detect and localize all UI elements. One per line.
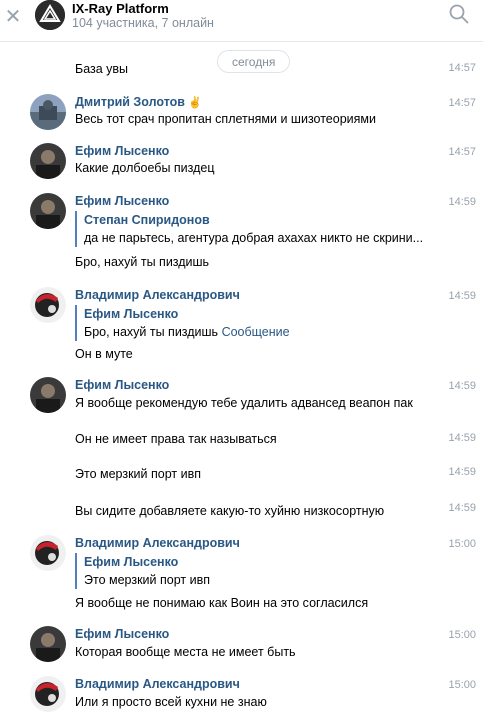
ix-ray-logo-icon — [35, 0, 65, 30]
message-text: Вы сидите добавляете какую-то хуйню низк… — [75, 504, 385, 518]
message-time: 15:00 — [448, 679, 476, 691]
search-icon[interactable] — [449, 4, 471, 26]
chat-title[interactable]: IX-Ray Platform — [72, 1, 169, 16]
reply-quote[interactable]: Ефим Лысенко Бро, нахуй ты пиздишь Сообщ… — [75, 305, 290, 341]
message-author[interactable]: Ефим Лысенко — [75, 378, 169, 392]
reply-quote[interactable]: Степан Спиридонов да не парьтесь, агенту… — [75, 211, 423, 247]
avatar[interactable] — [30, 94, 66, 130]
message-time: 14:59 — [448, 432, 476, 444]
date-separator: сегодня — [217, 50, 291, 73]
message-time: 14:57 — [448, 62, 476, 74]
message-author[interactable]: Владимир Александрович — [75, 288, 240, 302]
message-text: База увы — [75, 62, 129, 76]
quote-message-link[interactable]: Сообщение — [222, 325, 290, 339]
message-text: Он не имеет права так называться — [75, 432, 277, 446]
avatar[interactable] — [30, 626, 66, 662]
message-author[interactable]: Ефим Лысенко — [75, 627, 169, 641]
reply-quote[interactable]: Ефим Лысенко Это мерзкий порт ивп — [75, 553, 210, 589]
message-author[interactable]: Владимир Александрович — [75, 677, 240, 691]
message-text: Которая вообще места не имеет быть — [75, 645, 296, 659]
message-text: Он в муте — [75, 347, 133, 361]
chat-header: ✕ IX-Ray Platform 104 участника, 7 онлай… — [0, 0, 483, 42]
message-author[interactable]: Ефим Лысенко — [75, 144, 169, 158]
message-time: 14:59 — [448, 290, 476, 302]
avatar[interactable] — [30, 676, 66, 712]
message-text: Я вообще не понимаю как Воин на это согл… — [75, 596, 369, 610]
message-text: Я вообще рекомендую тебе удалить адвансе… — [75, 396, 413, 410]
verified-badge-icon: ✌ — [187, 97, 202, 109]
message-time: 14:59 — [448, 196, 476, 208]
close-icon[interactable]: ✕ — [2, 6, 24, 28]
message-time: 14:57 — [448, 97, 476, 109]
message-time: 14:59 — [448, 466, 476, 478]
chat-avatar[interactable] — [35, 0, 65, 30]
message-time: 14:59 — [448, 502, 476, 514]
chat-member-count[interactable]: 104 участника, 7 онлайн — [72, 16, 214, 30]
message-text: Весь тот срач пропитан сплетнями и шизот… — [75, 112, 376, 126]
avatar[interactable] — [30, 193, 66, 229]
quote-text: Бро, нахуй ты пиздишь Сообщение — [84, 325, 290, 339]
avatar[interactable] — [30, 143, 66, 179]
quote-author: Степан Спиридонов — [84, 213, 210, 227]
quote-author: Ефим Лысенко — [84, 555, 179, 569]
message-time: 14:57 — [448, 146, 476, 158]
message-author[interactable]: Дмитрий Золотов ✌ — [75, 95, 202, 109]
message-time: 15:00 — [448, 538, 476, 550]
quote-author: Ефим Лысенко — [84, 307, 179, 321]
message-text: Или я просто всей кухни не знаю — [75, 695, 267, 709]
message-text: Это мерзкий порт ивп — [75, 467, 201, 481]
quote-text: Это мерзкий порт ивп — [84, 573, 210, 587]
avatar[interactable] — [30, 377, 66, 413]
quote-text: да не парьтесь, агентура добрая ахахах н… — [84, 231, 424, 245]
message-text: Бро, нахуй ты пиздишь — [75, 255, 210, 269]
message-author[interactable]: Ефим Лысенко — [75, 194, 169, 208]
avatar[interactable] — [30, 287, 66, 323]
avatar[interactable] — [30, 535, 66, 571]
message-text: Какие долбоебы пиздец — [75, 161, 215, 175]
message-time: 14:59 — [448, 380, 476, 392]
message-author[interactable]: Владимир Александрович — [75, 536, 240, 550]
message-time: 15:00 — [448, 629, 476, 641]
